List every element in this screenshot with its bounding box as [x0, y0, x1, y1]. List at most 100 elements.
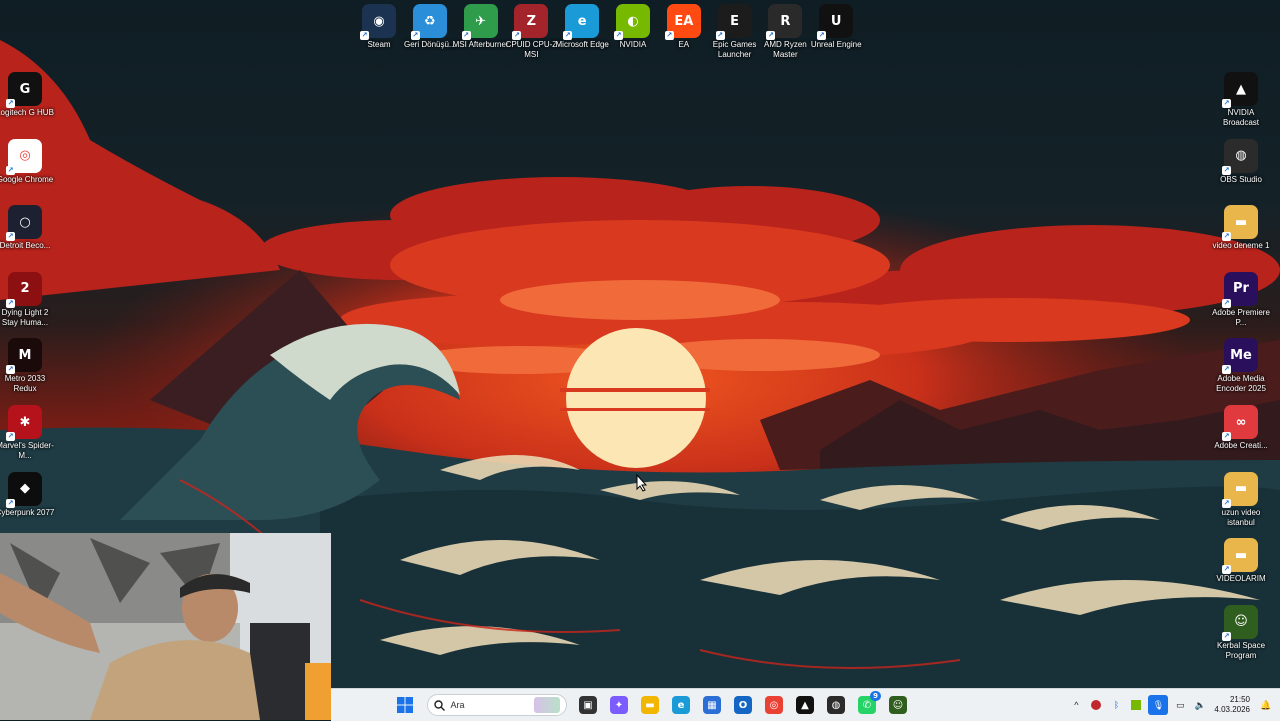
network-icon[interactable]: ▭ — [1172, 697, 1188, 713]
desktop-shortcut-premiere[interactable]: Pr ↗ Adobe Premiere P... — [1210, 271, 1272, 328]
search-placeholder: Ara — [450, 700, 465, 710]
desktop-shortcut-logitech-g[interactable]: G ↗ Logitech G HUB — [0, 72, 56, 118]
shortcut-arrow-icon: ↗ — [1222, 365, 1231, 375]
desktop-shortcut-label: Adobe Media Encoder 2025 — [1216, 374, 1266, 394]
desktop-shortcut-obs[interactable]: ◍ ↗ OBS Studio — [1210, 138, 1272, 185]
desktop-shortcut-label: Metro 2033 Redux — [4, 374, 46, 394]
shortcut-arrow-icon: ↗ — [1222, 432, 1231, 441]
desktop-shortcut-kerbal[interactable]: ☺ ↗ Kerbal Space Program — [1210, 604, 1272, 661]
nvidia-taskbar-button[interactable]: ▲ — [793, 693, 817, 717]
steam-icon: ◉ ↗ — [360, 4, 396, 40]
shortcut-arrow-icon: ↗ — [6, 498, 15, 508]
dying-light-icon: 2 ↗ — [6, 271, 42, 308]
shortcut-arrow-icon: ↗ — [6, 365, 15, 375]
nvidia-tray-icon[interactable] — [1128, 697, 1144, 713]
chrome-icon: ◎ ↗ — [6, 138, 42, 175]
desktop-shortcut-creative-cloud[interactable]: ∞ ↗ Adobe Creati... — [1210, 405, 1272, 451]
bluetooth-icon[interactable]: ᛒ — [1108, 697, 1124, 713]
desktop-shortcut-label: Adobe Creati... — [1214, 441, 1268, 450]
media-encoder-icon: Me ↗ — [1222, 338, 1258, 375]
desktop-shortcut-label: Kerbal Space Program — [1216, 640, 1266, 660]
shortcut-arrow-icon: ↗ — [512, 31, 522, 40]
desktop-shortcut-label: video deneme 1 — [1212, 241, 1270, 251]
edge-taskbar-button[interactable]: e — [669, 693, 693, 717]
shortcut-arrow-icon: ↗ — [1222, 298, 1231, 308]
ryzen-master-icon: R ↗ — [766, 4, 803, 40]
webcam-person-image — [0, 533, 331, 720]
desktop-shortcut-label: Unreal Engine — [810, 40, 862, 49]
nvidia-broadcast-icon: ▲ ↗ — [1222, 72, 1258, 108]
folder-icon: ▬ — [641, 696, 659, 714]
desktop-shortcut-media-encoder[interactable]: Me ↗ Adobe Media Encoder 2025 — [1210, 338, 1272, 394]
recycle-bin-icon: ♻ ↗ — [410, 4, 447, 40]
folder-icon: ▬ ↗ — [1222, 471, 1258, 508]
store-button[interactable]: ▦ — [700, 693, 724, 717]
desktop-shortcut-unreal-engine[interactable]: U ↗ Unreal Engine — [805, 4, 867, 50]
shortcut-arrow-icon: ↗ — [6, 232, 15, 242]
store-icon: ▦ — [703, 696, 721, 714]
notification-icon[interactable]: 🔔 — [1258, 697, 1274, 713]
shortcut-arrow-icon: ↗ — [766, 31, 776, 40]
task-view-button[interactable]: ▣ — [576, 693, 600, 717]
copilot-button[interactable]: ✦ — [607, 693, 631, 717]
nvidia-broadcast-icon: ▲ — [796, 696, 814, 714]
start-button[interactable] — [393, 693, 417, 717]
desktop-shortcut-nvidia-broadcast[interactable]: ▲ ↗ NVIDIA Broadcast — [1210, 72, 1272, 128]
whatsapp-unread-badge: 9 — [870, 691, 881, 701]
desktop-shortcut-folder[interactable]: ▬ ↗ video deneme 1 — [1210, 205, 1272, 251]
task-view-icon: ▣ — [579, 696, 597, 714]
shortcut-arrow-icon: ↗ — [614, 31, 623, 40]
whatsapp-icon: ✆ 9 — [858, 691, 881, 714]
search-icon — [433, 699, 445, 711]
tray-app-icon[interactable] — [1088, 697, 1104, 713]
file-explorer-button[interactable]: ▬ — [638, 693, 662, 717]
desktop-shortcut-label: Dying Light 2 Stay Huma... — [1, 307, 49, 327]
taskbar-pinned-apps: ▣ ✦ ▬ e ▦ O ◎ ▲ ◍ ✆ 9 ☺ — [573, 691, 914, 717]
tray-overflow-chevron[interactable]: ^ — [1068, 697, 1084, 713]
tray-red-app-icon — [1091, 700, 1102, 710]
shortcut-arrow-icon: ↗ — [1222, 565, 1231, 575]
desktop-shortcut-label: Adobe Premiere P... — [1212, 307, 1270, 327]
cpuz-icon: Z ↗ — [512, 4, 549, 40]
desktop-shortcut-folder[interactable]: ▬ ↗ VIDEOLARIM — [1210, 538, 1272, 584]
shortcut-arrow-icon: ↗ — [817, 31, 827, 40]
volume-icon[interactable]: 🔈 — [1192, 697, 1208, 713]
desktop-shortcut-chrome[interactable]: ◎ ↗ Google Chrome — [0, 138, 56, 185]
logitech-g-icon: G ↗ — [6, 72, 42, 108]
shortcut-arrow-icon: ↗ — [6, 165, 15, 175]
epic-games-icon: E ↗ — [715, 4, 752, 40]
microphone-icon[interactable]: 🎙 — [1148, 695, 1169, 715]
obs-taskbar-button[interactable]: ◍ — [824, 693, 848, 717]
desktop-shortcut-detroit[interactable]: ○ ↗ Detroit Beco... — [0, 205, 56, 251]
desktop-shortcut-cyberpunk[interactable]: ◆ ↗ Cyberpunk 2077 — [0, 471, 56, 518]
shortcut-arrow-icon: ↗ — [1222, 232, 1231, 242]
desktop-shortcut-dying-light[interactable]: 2 ↗ Dying Light 2 Stay Huma... — [0, 271, 56, 328]
shortcut-arrow-icon: ↗ — [1222, 631, 1231, 641]
shortcut-arrow-icon: ↗ — [6, 298, 15, 308]
shortcut-arrow-icon: ↗ — [1222, 99, 1231, 108]
obs-icon: ◍ — [827, 696, 845, 714]
premiere-icon: Pr ↗ — [1222, 271, 1258, 308]
spiderman-icon: ✱ ↗ — [6, 405, 42, 441]
whatsapp-button[interactable]: ✆ 9 — [855, 691, 881, 717]
folder-icon: ▬ ↗ — [1222, 205, 1258, 242]
windows-icon — [397, 697, 413, 713]
desktop-shortcut-label: VIDEOLARIM — [1216, 574, 1266, 584]
outlook-button[interactable]: O — [731, 693, 755, 717]
nvidia-tray-glyph — [1131, 700, 1142, 710]
shortcut-arrow-icon: ↗ — [6, 99, 15, 108]
unreal-engine-icon: U ↗ — [817, 4, 854, 40]
desktop-shortcut-spiderman[interactable]: ✱ ↗ Marvel's Spider-M... — [0, 405, 56, 461]
kerbal-taskbar-button[interactable]: ☺ — [886, 693, 910, 717]
chrome-icon: ◎ — [765, 696, 783, 714]
clock[interactable]: 21:50 4.03.2026 — [1214, 695, 1250, 715]
chrome-taskbar-button[interactable]: ◎ — [762, 693, 786, 717]
taskbar-search-box[interactable]: Ara — [426, 694, 567, 716]
folder-icon: ▬ ↗ — [1222, 538, 1258, 575]
desktop-shortcut-metro[interactable]: M ↗ Metro 2033 Redux — [0, 338, 56, 394]
desktop-shortcut-folder[interactable]: ▬ ↗ uzun video istanbul — [1210, 471, 1272, 528]
webcam-overlay — [0, 533, 331, 720]
kerbal-icon: ☺ ↗ — [1222, 604, 1258, 641]
metro-icon: M ↗ — [6, 338, 42, 375]
edge-icon: e ↗ — [563, 4, 600, 40]
